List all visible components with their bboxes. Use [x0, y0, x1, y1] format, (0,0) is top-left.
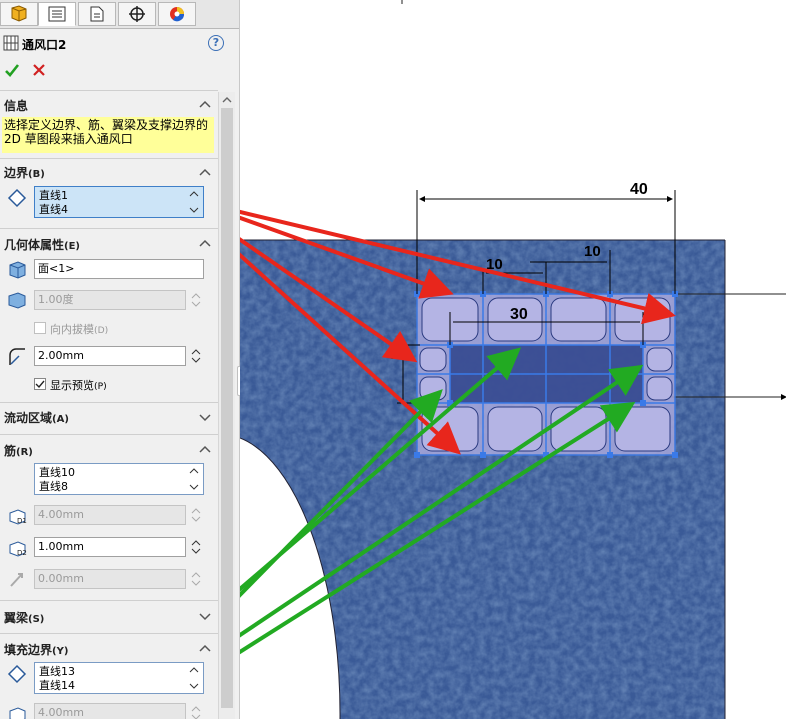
divider: [0, 158, 218, 159]
section-boundary-header[interactable]: 边界(B): [4, 164, 45, 181]
adjacent-face: [726, 240, 786, 719]
section-geometry-header[interactable]: 几何体属性(E): [4, 236, 80, 253]
property-manager: 通风口2 ? 信息 选择定义边界、筋、翼梁及支撑边界的 2D 草图段来插入通风口…: [0, 0, 240, 719]
show-preview-label: 显示预览(P): [50, 379, 107, 392]
ribs-selection-list[interactable]: 直线10 直线8: [34, 463, 204, 495]
panel-scrollbar[interactable]: [218, 92, 235, 719]
draft-angle-icon: [8, 292, 26, 309]
fill-depth-icon: [9, 707, 26, 719]
boundary-selection-list[interactable]: 直线1 直线4: [34, 186, 204, 218]
section-ribs-header[interactable]: 筋(R): [4, 442, 33, 459]
scroll-up-icon[interactable]: [221, 94, 233, 104]
rib-width-icon: D2: [9, 541, 27, 557]
chevron-up-icon[interactable]: [199, 166, 211, 178]
vent-preview: [414, 291, 678, 458]
list-item[interactable]: 直线14: [39, 679, 199, 693]
rib-depth-icon: D1: [9, 509, 27, 525]
face-select-icon: [9, 261, 26, 279]
svg-text:D2: D2: [17, 549, 27, 557]
cancel-x-icon[interactable]: [32, 63, 46, 77]
rib-width-field[interactable]: 1.00mm: [34, 537, 186, 557]
fillet-radius-icon: [9, 348, 25, 365]
configuration-icon: [90, 6, 104, 22]
rib-offset-icon: [10, 573, 23, 587]
checkmark-icon: [35, 380, 45, 389]
ok-check-icon[interactable]: [4, 62, 20, 78]
chevron-down-icon[interactable]: [199, 411, 211, 423]
help-button[interactable]: ?: [208, 35, 224, 51]
crosshair-icon: [129, 6, 145, 22]
section-flow-header[interactable]: 流动区域(A): [4, 409, 69, 426]
divider: [0, 228, 218, 229]
divider: [0, 434, 218, 435]
fill-depth-spinner[interactable]: [188, 703, 204, 719]
list-scroll-arrows[interactable]: [186, 465, 202, 493]
draft-angle-spinner[interactable]: [188, 290, 204, 310]
fill-depth-field[interactable]: 4.00mm: [34, 703, 186, 719]
info-message: 选择定义边界、筋、翼梁及支撑边界的 2D 草图段来插入通风口: [2, 117, 214, 153]
section-fill-boundary-header[interactable]: 填充边界(Y): [4, 641, 68, 658]
section-info-header[interactable]: 信息: [4, 97, 28, 114]
feature-title: 通风口2: [22, 38, 67, 52]
chevron-down-icon[interactable]: [199, 610, 211, 622]
scrollbar-thumb[interactable]: [221, 108, 233, 708]
property-list-icon: [48, 6, 66, 22]
svg-text:D1: D1: [17, 517, 27, 525]
list-item[interactable]: 直线8: [39, 480, 199, 494]
fill-boundary-selection-list[interactable]: 直线13 直线14: [34, 662, 204, 694]
show-preview-checkbox[interactable]: [34, 378, 46, 390]
list-scroll-arrows[interactable]: [186, 664, 202, 692]
list-scroll-arrows[interactable]: [186, 188, 202, 216]
graphics-viewport[interactable]: 40 10 10 30 6: [240, 0, 786, 719]
rib-offset-field[interactable]: 0.00mm: [34, 569, 186, 589]
tab-feature-manager[interactable]: [0, 2, 38, 26]
divider: [0, 90, 218, 91]
face-field[interactable]: 面<1>: [34, 259, 204, 279]
list-item[interactable]: 直线13: [39, 665, 199, 679]
tab-property-manager[interactable]: [38, 2, 76, 26]
tab-dimxpert-manager[interactable]: [118, 2, 156, 26]
dimension-rib-b[interactable]: 10: [584, 243, 601, 260]
vent-feature-icon: [3, 35, 19, 51]
list-item[interactable]: 直线10: [39, 466, 199, 480]
fillet-radius-spinner[interactable]: [188, 346, 204, 366]
tab-display-manager[interactable]: [158, 2, 196, 26]
rib-offset-spinner[interactable]: [188, 569, 204, 589]
appearance-icon: [170, 7, 185, 22]
list-item[interactable]: 直线4: [39, 203, 199, 217]
draft-inward-label: 向内拔模(D): [50, 323, 109, 336]
divider: [0, 600, 218, 601]
boundary-selection-icon: [7, 188, 27, 208]
rib-width-spinner[interactable]: [188, 537, 204, 557]
feature-tree-icon: [11, 5, 27, 22]
rib-depth-spinner[interactable]: [188, 505, 204, 525]
divider: [0, 402, 218, 403]
draft-inward-checkbox[interactable]: [34, 322, 46, 334]
divider: [0, 633, 218, 634]
dimension-overall[interactable]: 40: [630, 181, 648, 198]
dimension-inner-width[interactable]: 30: [510, 306, 528, 323]
fillet-radius-field[interactable]: 2.00mm: [34, 346, 186, 366]
fill-boundary-selection-icon: [7, 664, 27, 684]
chevron-up-icon[interactable]: [199, 642, 211, 654]
chevron-up-icon[interactable]: [199, 237, 211, 249]
manager-tabs: [0, 0, 239, 29]
rib-depth-field[interactable]: 4.00mm: [34, 505, 186, 525]
draft-angle-field[interactable]: 1.00度: [34, 290, 186, 310]
section-spars-header[interactable]: 翼梁(S): [4, 609, 44, 626]
chevron-up-icon[interactable]: [199, 98, 211, 110]
tab-configuration-manager[interactable]: [78, 2, 116, 26]
chevron-up-icon[interactable]: [199, 443, 211, 455]
list-item[interactable]: 直线1: [39, 189, 199, 203]
